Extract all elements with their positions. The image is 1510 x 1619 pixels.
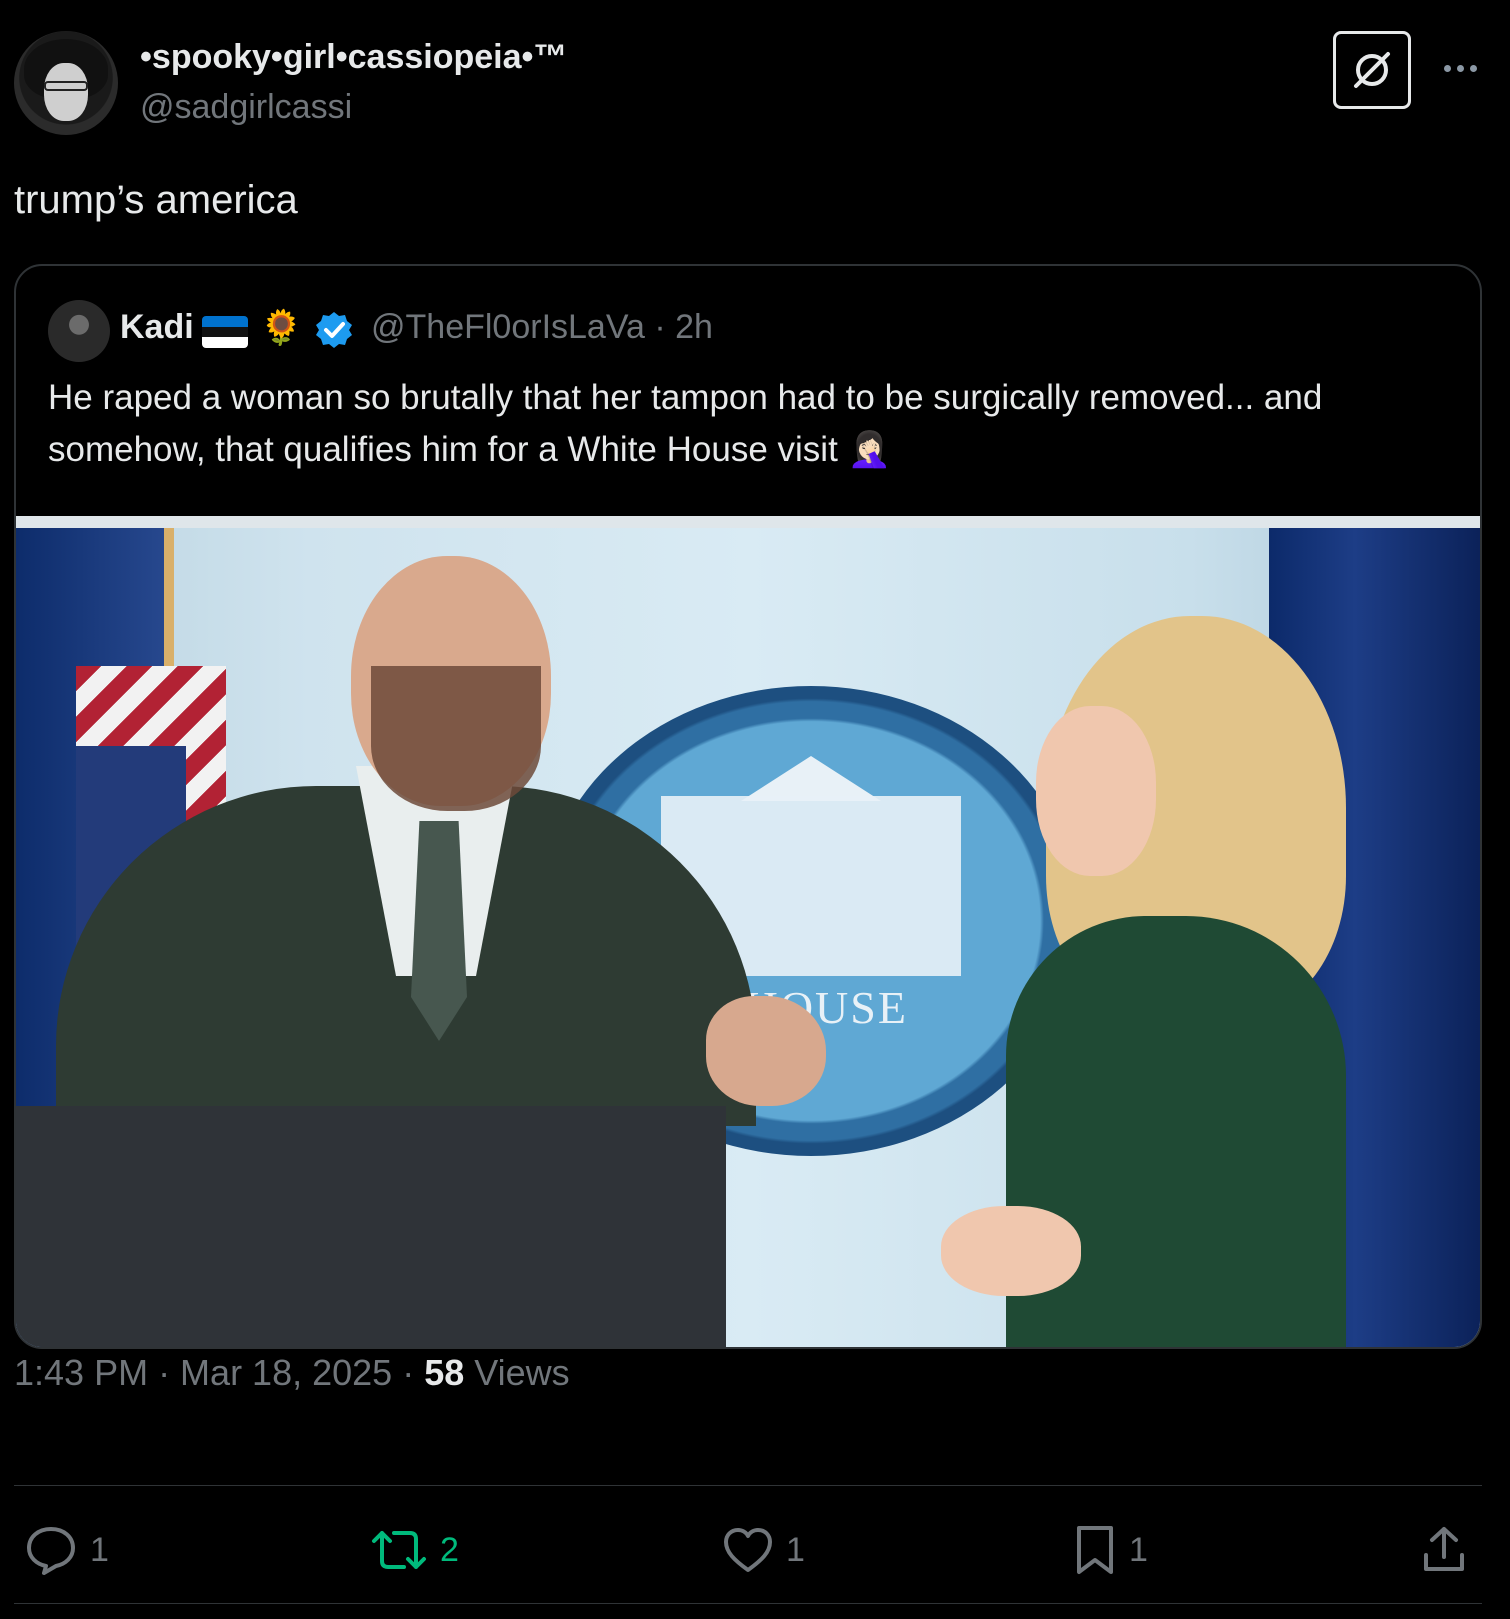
timestamp[interactable]: 1:43 PM · Mar 18, 2025 · [14, 1352, 424, 1393]
quoted-tweet-text: He raped a woman so brutally that her ta… [48, 378, 1323, 469]
verified-badge-icon [316, 312, 352, 348]
grok-button[interactable] [1333, 31, 1411, 109]
bookmark-icon [1077, 1526, 1113, 1574]
more-button[interactable] [1436, 48, 1484, 88]
share-button[interactable] [1420, 1520, 1468, 1580]
reply-icon [27, 1527, 75, 1575]
tweet-meta: 1:43 PM · Mar 18, 2025 · 58 Views [14, 1352, 570, 1394]
author-handle[interactable]: @sadgirlcassi [140, 88, 352, 127]
bookmark-count: 1 [1129, 1530, 1148, 1569]
podium [16, 1106, 726, 1347]
share-icon [1424, 1527, 1464, 1571]
reply-count: 1 [90, 1530, 109, 1569]
heart-icon [724, 1528, 772, 1572]
views-count: 58 [424, 1352, 465, 1393]
repost-icon [372, 1531, 426, 1569]
grok-icon [1354, 52, 1390, 88]
more-dots-icon [1443, 64, 1451, 72]
author-avatar[interactable] [14, 31, 118, 135]
reply-button[interactable]: 1 [24, 1520, 109, 1580]
sunflower-emoji: 🌻 [260, 309, 303, 347]
views-label: Views [464, 1352, 570, 1393]
quoted-author-name[interactable]: Kadi [120, 308, 194, 347]
divider-bottom [14, 1603, 1482, 1604]
author-display-name[interactable]: •spooky•girl•cassiopeia•™ [140, 38, 567, 77]
repost-button[interactable]: 2 [370, 1520, 459, 1580]
like-count: 1 [786, 1530, 805, 1569]
estonia-flag-icon [202, 316, 248, 348]
quoted-tweet-photo[interactable]: E HOUSE [16, 516, 1480, 1347]
quoted-tweet-card[interactable]: Kadi 🌻 @TheFl0orIsLaVa · 2h He raped a w… [14, 264, 1482, 1349]
repost-count: 2 [440, 1530, 459, 1569]
divider [14, 1485, 1482, 1486]
tweet-text: trump’s america [14, 178, 298, 222]
quoted-author-avatar[interactable] [48, 300, 110, 362]
quoted-handle-time: @TheFl0orIsLaVa · 2h [371, 308, 713, 346]
like-button[interactable]: 1 [722, 1520, 805, 1580]
bookmark-button[interactable]: 1 [1073, 1520, 1148, 1580]
